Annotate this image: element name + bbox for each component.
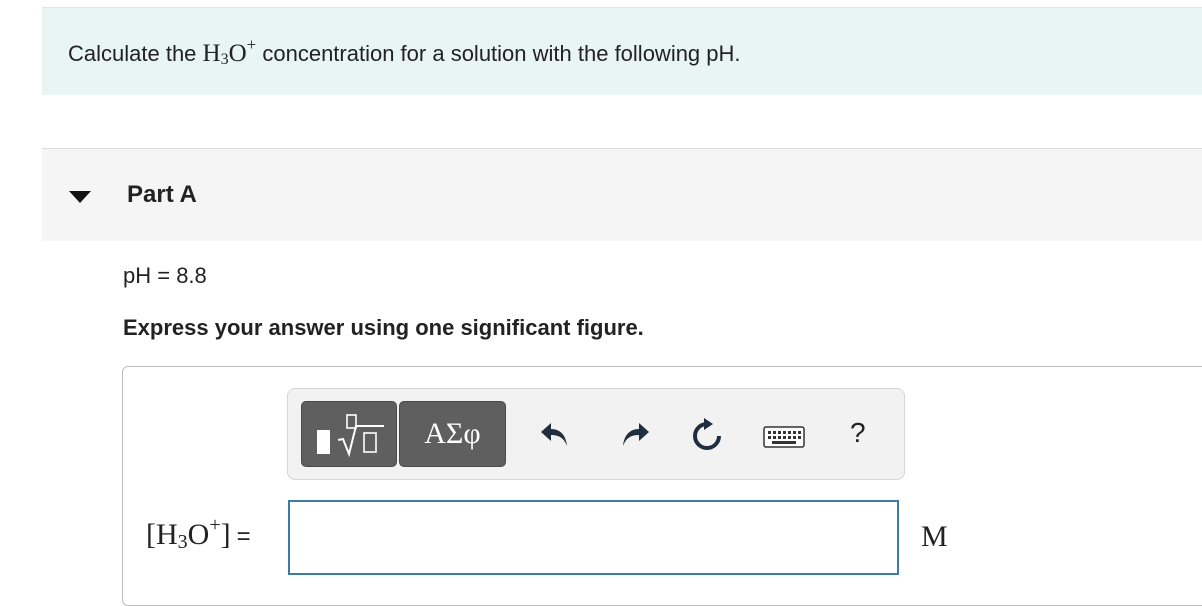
reset-icon[interactable]: [690, 417, 724, 453]
answer-formula-h: H: [156, 518, 178, 551]
templates-icon: [317, 414, 384, 458]
keyboard-icon[interactable]: [763, 426, 805, 448]
greek-symbols-button[interactable]: ΑΣφ: [399, 401, 506, 467]
problem-statement: Calculate the H3O+ concentration for a s…: [68, 36, 741, 69]
answer-formula-superscript: +: [209, 514, 221, 536]
math-toolbar: ΑΣφ ?: [287, 388, 905, 480]
templates-button[interactable]: [301, 401, 397, 467]
answer-label: [H3O+] =: [146, 515, 251, 554]
undo-icon[interactable]: [539, 419, 571, 449]
problem-intro: Calculate the H3O+ concentration for a s…: [42, 7, 1202, 95]
collapse-caret-icon[interactable]: [69, 191, 91, 203]
formula-o: O: [228, 40, 247, 67]
intro-text-before: Calculate the: [68, 41, 203, 66]
equals-sign: =: [236, 523, 251, 550]
redo-icon[interactable]: [619, 419, 651, 449]
formula-superscript: +: [246, 35, 257, 54]
formula-subscript: 3: [220, 51, 229, 68]
answer-instruction: Express your answer using one significan…: [123, 315, 644, 340]
help-icon[interactable]: ?: [850, 417, 866, 449]
answer-formula-o: O: [187, 518, 210, 551]
bracket-close: ]: [220, 518, 231, 551]
bracket-open: [: [146, 518, 156, 551]
formula-h: H: [202, 40, 221, 67]
answer-formula-subscript: 3: [177, 531, 188, 553]
ph-value-text: pH = 8.8: [123, 263, 207, 288]
part-a-header[interactable]: Part A: [42, 148, 1202, 241]
answer-input[interactable]: [288, 500, 899, 575]
hydronium-formula: H3O+: [202, 36, 257, 68]
intro-text-after: concentration for a solution with the fo…: [256, 41, 741, 66]
part-title: Part A: [127, 181, 197, 208]
unit-label: M: [921, 520, 948, 553]
